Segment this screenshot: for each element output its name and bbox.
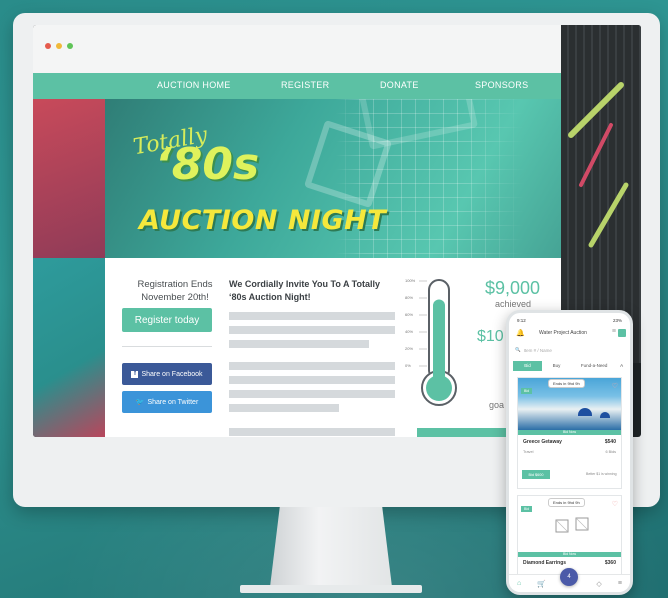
heart-icon[interactable]: ♡ — [612, 500, 618, 508]
menu-icon[interactable]: ≡ — [612, 328, 616, 335]
item-tag: Bid — [521, 506, 533, 512]
thermometer-tick: 20% — [405, 346, 414, 351]
tab-bid[interactable]: Bid — [513, 361, 542, 371]
fundraising-thermometer: 100% 80% 60% 40% 20% 0% — [405, 278, 465, 408]
decor-left-panel — [33, 258, 105, 437]
twitter-icon: 🐦 — [135, 399, 145, 406]
window-close-dot[interactable] — [45, 43, 51, 49]
goal-label: goa — [489, 400, 505, 410]
hero-title-80s: ‘80s — [155, 139, 260, 190]
thermometer-tick: 60% — [405, 312, 414, 317]
text-placeholder-line — [229, 428, 395, 436]
item-tag: Bid — [521, 388, 533, 394]
search-icon: 🔍 — [515, 347, 521, 352]
phone-search-input[interactable]: 🔍 Item # / Name — [515, 345, 624, 355]
phone-status-time: 9:12 — [517, 318, 526, 323]
registration-notice: Registration Ends November 20th! — [137, 279, 213, 303]
nav-register[interactable]: REGISTER — [281, 80, 329, 90]
item-status-strip: Bid Now — [518, 430, 621, 435]
item-name: Greece Getaway — [523, 439, 562, 445]
item-price: $360 — [604, 560, 616, 566]
text-placeholder-line — [229, 390, 395, 398]
phone-device: 9:12 23% 🔔 Water Project Auction ≡ 🔍 Ite… — [506, 310, 633, 595]
browser-toolbar — [33, 25, 641, 73]
thermometer-tick: 80% — [405, 295, 414, 300]
item-category: Travel — [523, 450, 534, 454]
thermometer-graphic — [419, 279, 457, 406]
facebook-icon: f — [131, 370, 139, 378]
share-facebook-button[interactable]: f Share on Facebook — [122, 363, 212, 385]
text-placeholder-line — [229, 312, 395, 320]
more-menu-icon[interactable]: ≡ — [618, 580, 622, 587]
phone-app-title: Water Project Auction — [539, 330, 587, 336]
footer-accent-bar — [417, 428, 517, 437]
item-ends-pill: Ends in 9hd 9h — [548, 498, 585, 507]
earrings-image — [555, 517, 589, 533]
place-bid-button[interactable]: Bid $600 — [522, 470, 550, 479]
account-icon[interactable] — [618, 329, 626, 337]
phone-search-placeholder: Item # / Name — [523, 347, 552, 353]
item-bid-count: 6 Bids — [605, 450, 616, 454]
phone-status-battery: 23% — [612, 318, 622, 323]
nav-sponsors[interactable]: SPONSORS — [475, 80, 528, 90]
text-placeholder-line — [229, 404, 339, 412]
dome-decor — [578, 408, 592, 416]
auction-item-card[interactable]: Ends in 9hd 9h Bid ♡ Bid Now Diamond Ear… — [517, 495, 622, 575]
item-ends-pill: Ends in 9hd 9h — [548, 379, 585, 388]
phone-tabs: Bid Buy Fund-a-Need A — [513, 361, 626, 371]
text-placeholder-line — [229, 362, 395, 370]
share-facebook-label: Share on Facebook — [141, 370, 203, 378]
cart-icon[interactable]: 🛒 — [537, 580, 546, 588]
text-placeholder-line — [229, 340, 369, 348]
auction-item-card[interactable]: Ends in 9hd 9h Bid ♡ Bid Now Greece Geta… — [517, 377, 622, 489]
achieved-label: achieved — [495, 299, 532, 309]
bids-count-fab[interactable]: 4 — [560, 568, 578, 586]
nav-donate[interactable]: DONATE — [380, 80, 419, 90]
divider — [122, 346, 212, 347]
text-placeholder-line — [229, 326, 395, 334]
window-minimize-dot[interactable] — [56, 43, 62, 49]
goal-amount: $10 — [477, 328, 504, 345]
item-price: $540 — [604, 439, 616, 445]
monitor-stand-base — [240, 585, 422, 593]
dome-decor — [600, 412, 610, 418]
bell-icon[interactable]: 🔔 — [516, 329, 525, 337]
heart-icon[interactable]: ♡ — [612, 382, 618, 390]
item-name: Diamond Earrings — [523, 560, 567, 566]
bid-note: Better $1 is winning — [586, 472, 617, 476]
tag-icon[interactable]: ◇ — [596, 580, 601, 588]
thermometer-tick: 40% — [405, 329, 414, 334]
share-twitter-button[interactable]: 🐦 Share on Twitter — [122, 391, 212, 413]
hero-banner: Totally ‘80s AUCTION NIGHT — [33, 99, 641, 258]
site-navigation: AUCTION HOME REGISTER DONATE SPONSORS — [33, 73, 641, 99]
thermometer-tick: 0% — [405, 363, 411, 368]
monitor-stand — [270, 507, 392, 587]
window-maximize-dot[interactable] — [67, 43, 73, 49]
thermometer-tick: 100% — [405, 278, 416, 283]
item-status-strip: Bid Now — [518, 552, 621, 557]
register-today-button[interactable]: Register today — [122, 308, 212, 332]
home-icon[interactable]: ⌂ — [517, 580, 521, 587]
content-panel: Registration Ends November 20th! Registe… — [105, 258, 561, 437]
tab-overflow[interactable]: A — [617, 361, 626, 371]
hero-decor-left — [33, 99, 105, 258]
hero-title-auction-night: AUCTION NIGHT — [139, 205, 387, 236]
nav-auction-home[interactable]: AUCTION HOME — [157, 80, 231, 90]
achieved-amount: $9,000 — [485, 278, 541, 298]
share-twitter-label: Share on Twitter — [147, 398, 199, 406]
phone-app-header: 🔔 Water Project Auction ≡ — [509, 327, 630, 341]
text-placeholder-line — [229, 376, 395, 384]
invite-heading: We Cordially Invite You To A Totally ‘80… — [229, 279, 381, 302]
tab-buy[interactable]: Buy — [542, 361, 571, 371]
tab-fund-a-need[interactable]: Fund-a-Need — [571, 361, 617, 371]
